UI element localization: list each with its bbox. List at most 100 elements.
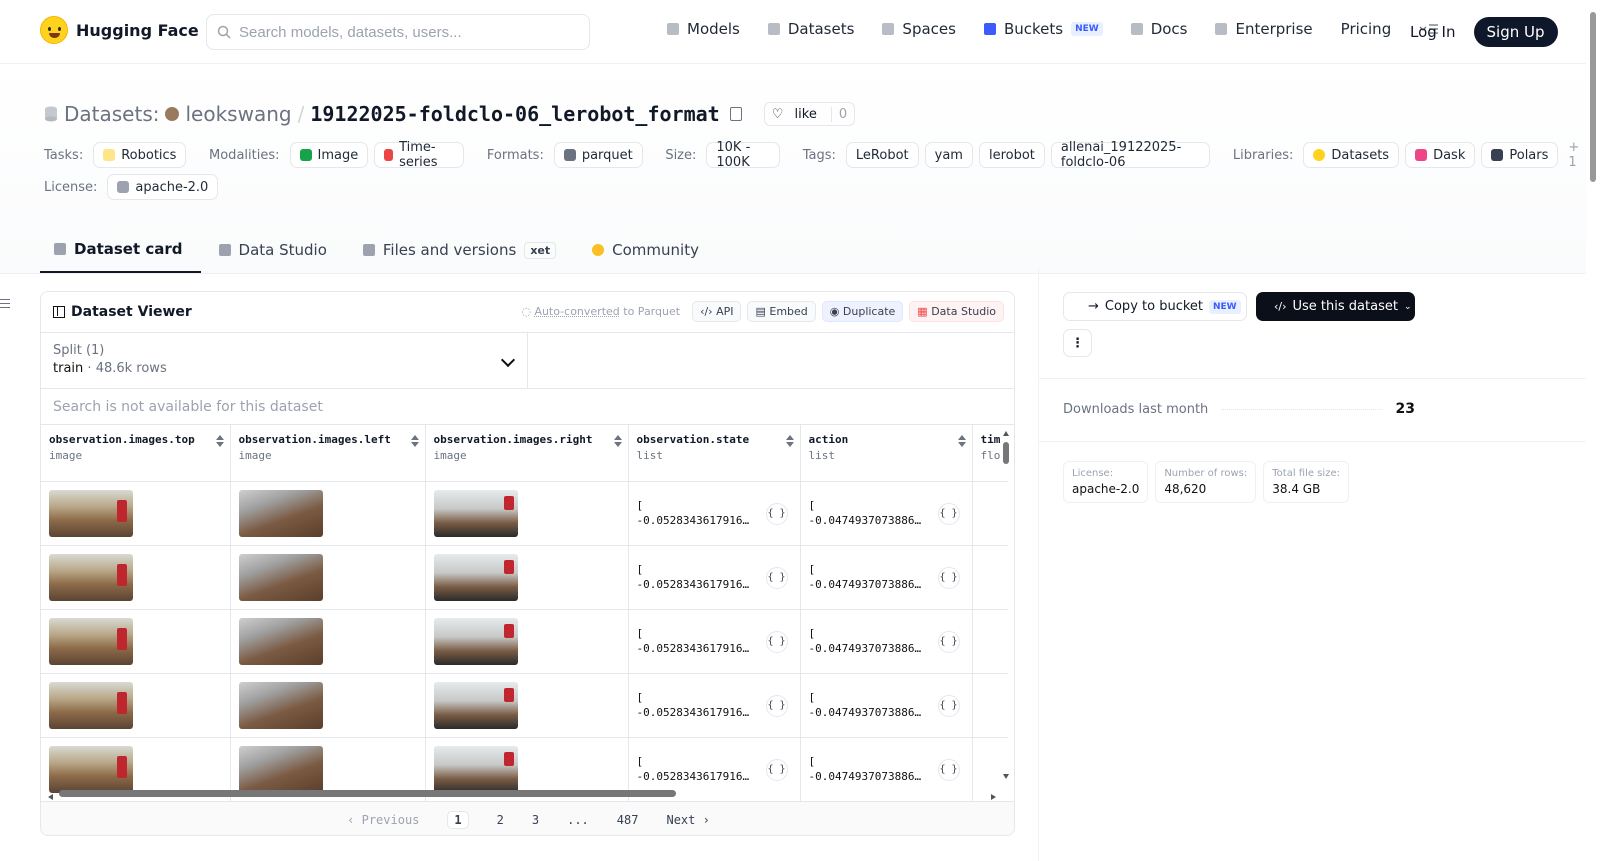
tag-parquet[interactable]: parquet [553,142,643,168]
column-header[interactable]: observation.images.top image [41,425,231,482]
data-studio-button[interactable]: ▦ Data Studio [909,301,1004,322]
signup-button[interactable]: Sign Up [1473,17,1558,47]
embed-button[interactable]: ▤ Embed [747,301,816,322]
image-cell[interactable] [41,673,231,738]
nav-spaces[interactable]: Spaces [882,20,956,38]
image-cell[interactable] [425,673,629,738]
tag-polars[interactable]: Polars [1481,142,1559,168]
column-header[interactable]: observation.images.left image [230,425,426,482]
page-2-button[interactable]: 2 [497,813,504,827]
page-scrollbar[interactable] [1586,0,1600,861]
libraries-more[interactable]: + 1 [1568,140,1586,170]
nav-models[interactable]: Models [667,20,740,38]
table-row[interactable]: [ -0.0528343617916…{ }[ -0.0474937073886… [41,609,1009,674]
image-cell[interactable] [230,673,426,738]
tab-community[interactable]: Community [574,227,717,273]
tag-lerobot[interactable]: lerobot [978,142,1045,168]
tag-allenai[interactable]: allenai_19122025-foldclo-06 [1050,140,1211,170]
camera-image-thumbnail[interactable] [433,553,518,601]
page-487-button[interactable]: 487 [617,813,639,827]
image-cell[interactable] [41,545,231,610]
search-input[interactable] [239,23,559,41]
expand-json-button[interactable]: { } [765,758,788,781]
expand-json-button[interactable]: { } [765,694,788,717]
camera-image-thumbnail[interactable] [49,553,133,601]
scroll-thumb[interactable] [59,790,676,797]
image-cell[interactable] [230,545,426,610]
camera-image-thumbnail[interactable] [238,489,323,537]
search-box[interactable] [206,14,590,50]
table-vertical-scrollbar[interactable] [1002,430,1010,780]
nav-pricing[interactable]: Pricing [1341,20,1392,38]
tag-datasets-lib[interactable]: Datasets [1303,142,1400,168]
page-3-button[interactable]: 3 [532,813,539,827]
nav-docs[interactable]: Docs [1130,20,1187,38]
copy-icon[interactable] [729,107,742,121]
tab-dataset-card[interactable]: Dataset card [40,227,201,273]
camera-image-thumbnail[interactable] [238,553,323,601]
tag-size[interactable]: 10K - 100K [706,140,781,170]
tag-license[interactable]: apache-2.0 [107,174,219,200]
tag-lerobot-upper[interactable]: LeRobot [845,142,919,168]
column-header[interactable]: action list [800,425,973,482]
camera-image-thumbnail[interactable] [238,681,323,729]
column-header[interactable]: observation.images.right image [425,425,629,482]
image-cell[interactable] [425,609,629,674]
image-cell[interactable] [230,609,426,674]
previous-page-button[interactable]: ‹ Previous [347,813,419,827]
nav-enterprise[interactable]: Enterprise [1215,20,1313,38]
expand-json-button[interactable]: { } [937,630,960,653]
table-horizontal-scrollbar[interactable] [47,789,997,800]
camera-image-thumbnail[interactable] [49,489,133,537]
column-header[interactable]: observation.state list [628,425,801,482]
table-row[interactable]: [ -0.0528343617916…{ }[ -0.0474937073886… [41,673,1009,738]
login-link[interactable]: Log In [1410,23,1456,41]
expand-json-button[interactable]: { } [765,502,788,525]
use-this-dataset-button[interactable]: ‹/› Use this dataset ⌄ [1256,292,1415,321]
like-button[interactable]: ♡ like 0 [763,102,856,126]
image-cell[interactable] [230,481,426,546]
sort-icon[interactable] [958,435,964,447]
camera-image-thumbnail[interactable] [49,745,133,793]
camera-image-thumbnail[interactable] [238,617,323,665]
expand-json-button[interactable]: { } [937,694,960,717]
next-page-button[interactable]: Next › [666,813,709,827]
repo-name[interactable]: 19122025-foldclo-06_lerobot_format [310,102,719,126]
image-cell[interactable] [425,545,629,610]
camera-image-thumbnail[interactable] [49,681,133,729]
tab-files-and-versions[interactable]: Files and versions xet [345,227,574,273]
table-row[interactable]: [ -0.0528343617916…{ }[ -0.0474937073886… [41,481,1009,546]
camera-image-thumbnail[interactable] [433,617,518,665]
sort-icon[interactable] [411,435,417,447]
page-1-button[interactable]: 1 [447,810,469,829]
brand-link[interactable]: Hugging Face [40,16,199,44]
expand-json-button[interactable]: { } [937,502,960,525]
owner-link[interactable]: leokswang [185,102,291,126]
camera-image-thumbnail[interactable] [433,489,518,537]
auto-converted-link[interactable]: Auto-converted [534,305,619,318]
api-button[interactable]: ‹/› API [692,301,742,322]
image-cell[interactable] [41,609,231,674]
page-scroll-thumb[interactable] [1590,12,1596,182]
expand-json-button[interactable]: { } [937,566,960,589]
image-cell[interactable] [41,481,231,546]
expand-json-button[interactable]: { } [937,758,960,781]
sort-icon[interactable] [786,435,792,447]
camera-image-thumbnail[interactable] [433,681,518,729]
tag-time-series[interactable]: Time-series [374,140,465,170]
toc-toggle-icon[interactable] [0,299,10,311]
tag-image[interactable]: Image [289,142,369,168]
expand-json-button[interactable]: { } [765,566,788,589]
sort-icon[interactable] [614,435,620,447]
copy-to-bucket-button[interactable]: → Copy to bucket NEW [1063,292,1247,321]
split-selector[interactable]: Split (1) train · 48.6k rows [41,333,528,388]
nav-buckets[interactable]: Buckets NEW [983,20,1103,38]
tag-dask[interactable]: Dask [1405,142,1476,168]
tab-data-studio[interactable]: Data Studio [201,227,345,273]
camera-image-thumbnail[interactable] [49,617,133,665]
scroll-thumb[interactable] [1003,442,1009,464]
sort-icon[interactable] [216,435,222,447]
image-cell[interactable] [425,481,629,546]
more-options-button[interactable]: ⋮ [1063,329,1092,357]
expand-json-button[interactable]: { } [765,630,788,653]
